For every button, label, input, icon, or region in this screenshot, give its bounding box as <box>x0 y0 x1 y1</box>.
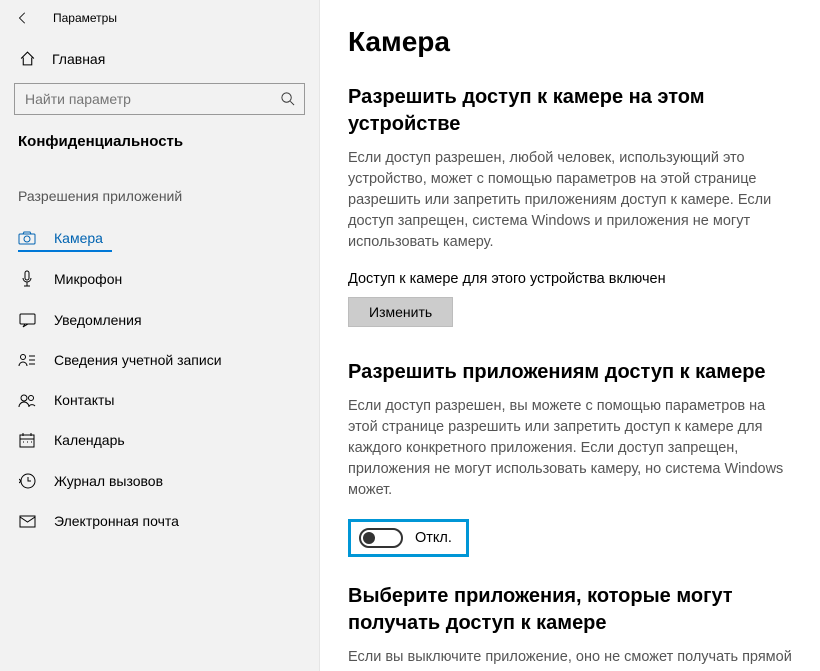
microphone-icon <box>18 270 36 288</box>
history-icon <box>18 472 36 489</box>
calendar-icon <box>18 432 36 448</box>
home-icon <box>18 50 36 67</box>
nav-label: Сведения учетной записи <box>54 352 222 368</box>
nav-label: Уведомления <box>54 312 142 328</box>
nav-item-contacts[interactable]: Контакты <box>0 380 319 420</box>
toggle-label: Откл. <box>415 530 452 546</box>
search-box[interactable] <box>14 83 305 115</box>
app-access-toggle-highlight: Откл. <box>348 519 469 557</box>
nav-list: Камера Микрофон Уведомления Сведения уче… <box>0 218 319 541</box>
nav-item-email[interactable]: Электронная почта <box>0 501 319 541</box>
nav-label: Камера <box>54 230 103 246</box>
camera-icon <box>18 231 36 245</box>
section1-heading: Разрешить доступ к камере на этом устрой… <box>348 84 792 138</box>
email-icon <box>18 515 36 528</box>
nav-item-notifications[interactable]: Уведомления <box>0 300 319 340</box>
nav-label: Контакты <box>54 392 114 408</box>
page-title: Камера <box>348 26 792 58</box>
search-icon <box>280 91 296 107</box>
section2-heading: Разрешить приложениям доступ к камере <box>348 359 792 386</box>
section3-heading: Выберите приложения, которые могут получ… <box>348 583 792 637</box>
account-icon <box>18 353 36 367</box>
sidebar: Параметры Главная Конфиденциальность Раз… <box>0 0 320 671</box>
toggle-knob <box>363 532 375 544</box>
sidebar-home-label: Главная <box>52 51 105 67</box>
section2-body: Если доступ разрешен, вы можете с помощь… <box>348 396 792 501</box>
sidebar-home[interactable]: Главная <box>0 40 319 77</box>
section3-body: Если вы выключите приложение, оно не смо… <box>348 647 792 668</box>
nav-label: Календарь <box>54 432 125 448</box>
group-label: Разрешения приложений <box>0 174 319 218</box>
content-pane: Камера Разрешить доступ к камере на этом… <box>320 0 820 671</box>
contacts-icon <box>18 393 36 408</box>
nav-item-calendar[interactable]: Календарь <box>0 420 319 460</box>
section1-body: Если доступ разрешен, любой человек, исп… <box>348 148 792 253</box>
window-title: Параметры <box>53 11 117 25</box>
change-button[interactable]: Изменить <box>348 297 453 327</box>
nav-item-camera[interactable]: Камера <box>0 218 319 258</box>
nav-label: Микрофон <box>54 271 122 287</box>
search-input[interactable] <box>25 91 280 107</box>
nav-item-account[interactable]: Сведения учетной записи <box>0 340 319 380</box>
section-title: Конфиденциальность <box>0 133 319 174</box>
nav-item-callhistory[interactable]: Журнал вызовов <box>0 460 319 501</box>
arrow-left-icon <box>16 11 30 25</box>
device-access-status: Доступ к камере для этого устройства вкл… <box>348 271 792 287</box>
back-button[interactable] <box>15 10 31 26</box>
notification-icon <box>18 313 36 328</box>
nav-label: Журнал вызовов <box>54 473 163 489</box>
app-access-toggle[interactable] <box>359 528 403 548</box>
nav-label: Электронная почта <box>54 513 179 529</box>
nav-item-microphone[interactable]: Микрофон <box>0 258 319 300</box>
